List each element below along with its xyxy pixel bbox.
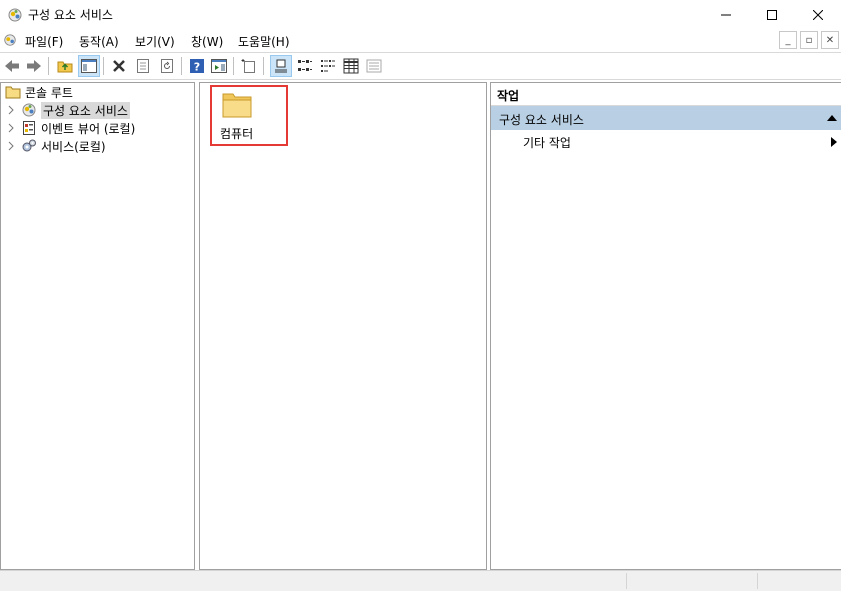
up-one-level-button[interactable] [55,56,75,76]
detail-view-icon [343,58,359,74]
action-pane: 작업 구성 요소 서비스 기타 작업 [490,82,841,570]
refresh-icon [161,59,173,73]
view-options-icon [366,59,382,73]
small-icons-icon [298,60,312,71]
gear-icon [22,139,36,152]
close-icon: ✕ [825,34,835,46]
show-hide-action-pane-button[interactable] [209,56,229,76]
properties-icon [137,59,149,73]
component-services-icon[interactable] [3,33,17,47]
small-icons-view-button[interactable] [295,56,315,76]
close-button[interactable] [795,0,841,29]
action-pane-icon [211,59,227,73]
title-bar: 구성 요소 서비스 [0,0,841,29]
child-close-button[interactable]: ✕ [821,31,839,49]
tree-item-console-root[interactable]: 콘솔 루트 [5,83,73,101]
svg-text:?: ? [194,61,200,74]
new-window-button[interactable] [239,56,259,76]
tree-label: 서비스(로컬) [41,139,106,154]
action-group-component-services[interactable]: 구성 요소 서비스 [491,106,841,130]
close-icon [813,9,823,20]
console-tree-pane: 콘솔 루트 구성 요소 서비스 이벤트 뷰어 (로컬) 서비스(로컬) [0,82,195,570]
computers-folder-item[interactable]: 컴퓨터 [210,85,288,146]
other-view-button[interactable] [364,56,384,76]
console-tree-icon [81,59,97,73]
menu-window[interactable]: 창(W) [191,33,223,50]
menu-action[interactable]: 동작(A) [79,33,119,50]
folder-icon [222,93,252,118]
minimize-icon [721,14,731,15]
minimize-button[interactable] [703,0,749,29]
new-window-icon [241,59,255,73]
menu-view[interactable]: 보기(V) [135,33,175,50]
forward-arrow-icon [27,60,41,72]
list-view-button[interactable] [318,56,338,76]
child-window-controls: _ ▫ ✕ [776,31,839,49]
tree-label: 구성 요소 서비스 [41,101,130,119]
minimize-icon: _ [785,34,791,46]
tree-label: 콘솔 루트 [25,85,73,100]
action-group-label: 구성 요소 서비스 [499,113,584,127]
tree-item-services-local[interactable]: 서비스(로컬) [8,137,106,155]
component-services-icon [8,8,22,22]
actions-header: 작업 [491,83,841,106]
back-arrow-icon [5,60,19,72]
list-view-icon [321,60,335,72]
detail-view-button[interactable] [341,56,361,76]
status-cell [757,573,841,589]
component-services-icon [22,103,36,117]
tree-item-event-viewer[interactable]: 이벤트 뷰어 (로컬) [8,119,136,137]
child-minimize-button[interactable]: _ [779,31,797,49]
delete-button[interactable] [109,56,129,76]
action-more-actions[interactable]: 기타 작업 [523,134,571,151]
folder-up-icon [57,61,73,73]
back-button[interactable] [2,56,22,76]
help-icon: ? [190,59,204,74]
status-bar [0,570,841,591]
child-restore-button[interactable]: ▫ [800,31,818,49]
window-title: 구성 요소 서비스 [28,8,113,22]
menu-bar: 파일(F) 동작(A) 보기(V) 창(W) 도움말(H) [0,29,841,52]
maximize-button[interactable] [749,0,795,29]
actions-title: 작업 [497,89,520,103]
submenu-arrow-icon[interactable] [831,137,837,147]
event-viewer-icon [23,121,35,135]
properties-button[interactable] [133,56,153,76]
menu-file[interactable]: 파일(F) [25,33,63,50]
help-button[interactable]: ? [187,56,207,76]
result-pane: 컴퓨터 [199,82,487,570]
show-hide-console-tree-button[interactable] [78,55,100,77]
delete-x-icon [113,60,125,72]
large-icons-icon [275,59,287,73]
chevron-right-icon[interactable] [7,123,15,133]
restore-icon: ▫ [805,34,813,46]
tree-label: 이벤트 뷰어 (로컬) [41,121,136,136]
folder-icon [5,86,21,99]
folder-label: 컴퓨터 [220,127,254,141]
menu-help[interactable]: 도움말(H) [238,33,290,50]
tree-item-component-services[interactable]: 구성 요소 서비스 [8,101,130,119]
refresh-button[interactable] [157,56,177,76]
collapse-up-icon[interactable] [827,114,837,121]
maximize-icon [767,9,777,20]
chevron-right-icon[interactable] [7,141,15,151]
status-cell [626,573,757,589]
toolbar: ? [0,52,841,80]
chevron-right-icon[interactable] [7,105,15,115]
large-icons-view-button[interactable] [270,55,292,77]
forward-button[interactable] [24,56,44,76]
